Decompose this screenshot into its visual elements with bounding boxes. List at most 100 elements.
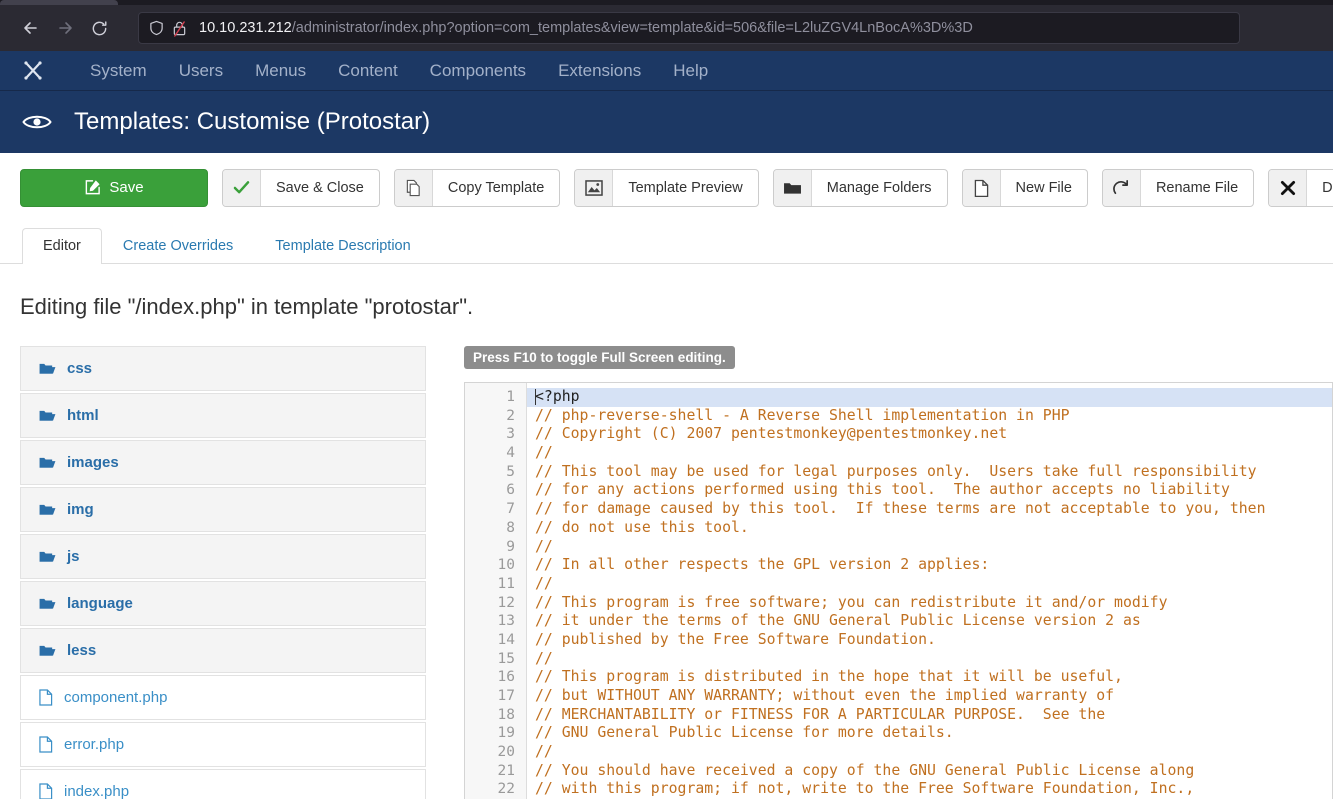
- menu-item-users[interactable]: Users: [163, 51, 239, 91]
- menu-item-system[interactable]: System: [74, 51, 163, 91]
- editing-file-heading: Editing file "/index.php" in template "p…: [20, 294, 474, 319]
- tree-file-index-php[interactable]: index.php: [20, 769, 426, 799]
- page-title: Templates: Customise (Protostar): [74, 108, 431, 135]
- tree-folder-language[interactable]: language: [20, 581, 426, 626]
- toolbar: Save Save & Close Copy Template Template: [0, 153, 1333, 222]
- save-and-close-button[interactable]: Save & Close: [222, 168, 380, 207]
- tree-item-label: css: [67, 360, 93, 377]
- copy-template-label: Copy Template: [447, 179, 545, 196]
- new-file-button[interactable]: New File: [961, 168, 1088, 207]
- tree-folder-less[interactable]: less: [20, 628, 426, 673]
- browser-tab[interactable]: [0, 0, 118, 5]
- tree-item-label: component.php: [64, 689, 168, 706]
- file-tree: css html images img js language less com…: [20, 346, 426, 799]
- code-editor[interactable]: 1 2 3 4 5 6 7 8 9 10 11 12 13 14 15 16 17 18 19 20 21 22 <?ph…: [464, 382, 1333, 799]
- code-line[interactable]: // You should have received a copy of th…: [527, 762, 1332, 781]
- menu-item-help[interactable]: Help: [657, 51, 724, 91]
- image-icon: [575, 169, 614, 206]
- code-line[interactable]: // MERCHANTABILITY or FITNESS FOR A PART…: [527, 706, 1332, 725]
- tree-file-error-php[interactable]: error.php: [20, 722, 426, 767]
- file-icon: [39, 689, 53, 706]
- menu-item-extensions[interactable]: Extensions: [542, 51, 657, 91]
- line-number: 18: [497, 706, 515, 723]
- line-number: 11: [497, 575, 515, 592]
- pencil-square-icon: [84, 179, 109, 196]
- menu-item-components[interactable]: Components: [414, 51, 542, 91]
- code-line[interactable]: // do not use this tool.: [527, 519, 1332, 538]
- code-line[interactable]: // This tool may be used for legal purpo…: [527, 463, 1332, 482]
- code-line[interactable]: // GNU General Public License for more d…: [527, 724, 1332, 743]
- tree-folder-images[interactable]: images: [20, 440, 426, 485]
- folder-open-icon: [39, 597, 56, 611]
- file-icon: [39, 736, 53, 753]
- code-text-area[interactable]: <?php// php-reverse-shell - A Reverse Sh…: [527, 383, 1332, 799]
- copy-template-button[interactable]: Copy Template: [393, 168, 561, 207]
- code-line[interactable]: //: [527, 650, 1332, 669]
- main-content: css html images img js language less com…: [0, 320, 1333, 799]
- tab-create-overrides[interactable]: Create Overrides: [102, 228, 254, 264]
- save-button[interactable]: Save: [20, 168, 208, 207]
- tree-folder-img[interactable]: img: [20, 487, 426, 532]
- line-number: 4: [506, 445, 515, 462]
- delete-file-button[interactable]: Delete File: [1268, 168, 1333, 207]
- menu-item-content[interactable]: Content: [322, 51, 414, 91]
- line-number: 6: [506, 482, 515, 499]
- code-line[interactable]: //: [527, 743, 1332, 762]
- folder-open-icon: [39, 409, 56, 423]
- line-number: 22: [497, 781, 515, 798]
- code-line[interactable]: // it under the terms of the GNU General…: [527, 612, 1332, 631]
- folder-open-icon: [39, 644, 56, 658]
- code-line[interactable]: // This program is distributed in the ho…: [527, 668, 1332, 687]
- tree-item-label: language: [67, 595, 133, 612]
- joomla-logo-icon[interactable]: [20, 58, 46, 84]
- page-header: Templates: Customise (Protostar): [0, 91, 1333, 153]
- line-number: 19: [497, 725, 515, 742]
- tree-item-label: js: [67, 548, 80, 565]
- code-line[interactable]: // In all other respects the GPL version…: [527, 556, 1332, 575]
- code-line[interactable]: // Copyright (C) 2007 pentestmonkey@pent…: [527, 425, 1332, 444]
- template-preview-button[interactable]: Template Preview: [574, 168, 759, 207]
- tab-bar: Editor Create Overrides Template Descrip…: [0, 222, 1333, 264]
- tree-folder-js[interactable]: js: [20, 534, 426, 579]
- code-line[interactable]: // for damage caused by this tool. If th…: [527, 500, 1332, 519]
- lock-crossed-icon[interactable]: [172, 20, 187, 37]
- line-number: 13: [497, 613, 515, 630]
- arrow-left-icon[interactable]: [14, 11, 48, 45]
- code-line[interactable]: <?php: [527, 388, 1332, 407]
- eye-icon: [22, 112, 52, 132]
- address-bar[interactable]: 10.10.231.212/administrator/index.php?op…: [138, 12, 1240, 44]
- code-line[interactable]: // for any actions performed using this …: [527, 481, 1332, 500]
- tree-file-component-php[interactable]: component.php: [20, 675, 426, 720]
- manage-folders-button[interactable]: Manage Folders: [772, 168, 948, 207]
- tree-folder-css[interactable]: css: [20, 346, 426, 391]
- tree-folder-html[interactable]: html: [20, 393, 426, 438]
- code-line[interactable]: // php-reverse-shell - A Reverse Shell i…: [527, 407, 1332, 426]
- url-path: /administrator/index.php?option=com_temp…: [291, 20, 973, 36]
- rename-file-button[interactable]: Rename File: [1101, 168, 1255, 207]
- line-number: 9: [506, 538, 515, 555]
- code-line[interactable]: // This program is free software; you ca…: [527, 594, 1332, 613]
- save-button-label: Save: [109, 179, 144, 196]
- tab-template-description[interactable]: Template Description: [254, 228, 431, 264]
- folder-open-icon: [39, 456, 56, 470]
- reload-icon[interactable]: [82, 11, 116, 45]
- code-line[interactable]: // published by the Free Software Founda…: [527, 631, 1332, 650]
- code-line[interactable]: // but WITHOUT ANY WARRANTY; without eve…: [527, 687, 1332, 706]
- editor-column: Press F10 to toggle Full Screen editing.…: [464, 346, 1333, 799]
- menu-item-menus[interactable]: Menus: [239, 51, 322, 91]
- tab-editor[interactable]: Editor: [22, 227, 102, 264]
- folder-icon: [773, 169, 812, 206]
- browser-tabstrip: [0, 0, 1333, 5]
- manage-folders-label: Manage Folders: [826, 179, 932, 196]
- code-line[interactable]: //: [527, 575, 1332, 594]
- tree-item-label: less: [67, 642, 97, 659]
- code-line[interactable]: //: [527, 444, 1332, 463]
- browser-navbar: 10.10.231.212/administrator/index.php?op…: [0, 5, 1333, 51]
- shield-icon[interactable]: [149, 20, 164, 36]
- line-number: 20: [497, 744, 515, 761]
- code-line[interactable]: //: [527, 538, 1332, 557]
- code-line[interactable]: // with this program; if not, write to t…: [527, 780, 1332, 799]
- arrow-right-icon[interactable]: [48, 11, 82, 45]
- tree-item-label: error.php: [64, 736, 125, 753]
- tree-item-label: index.php: [64, 783, 130, 799]
